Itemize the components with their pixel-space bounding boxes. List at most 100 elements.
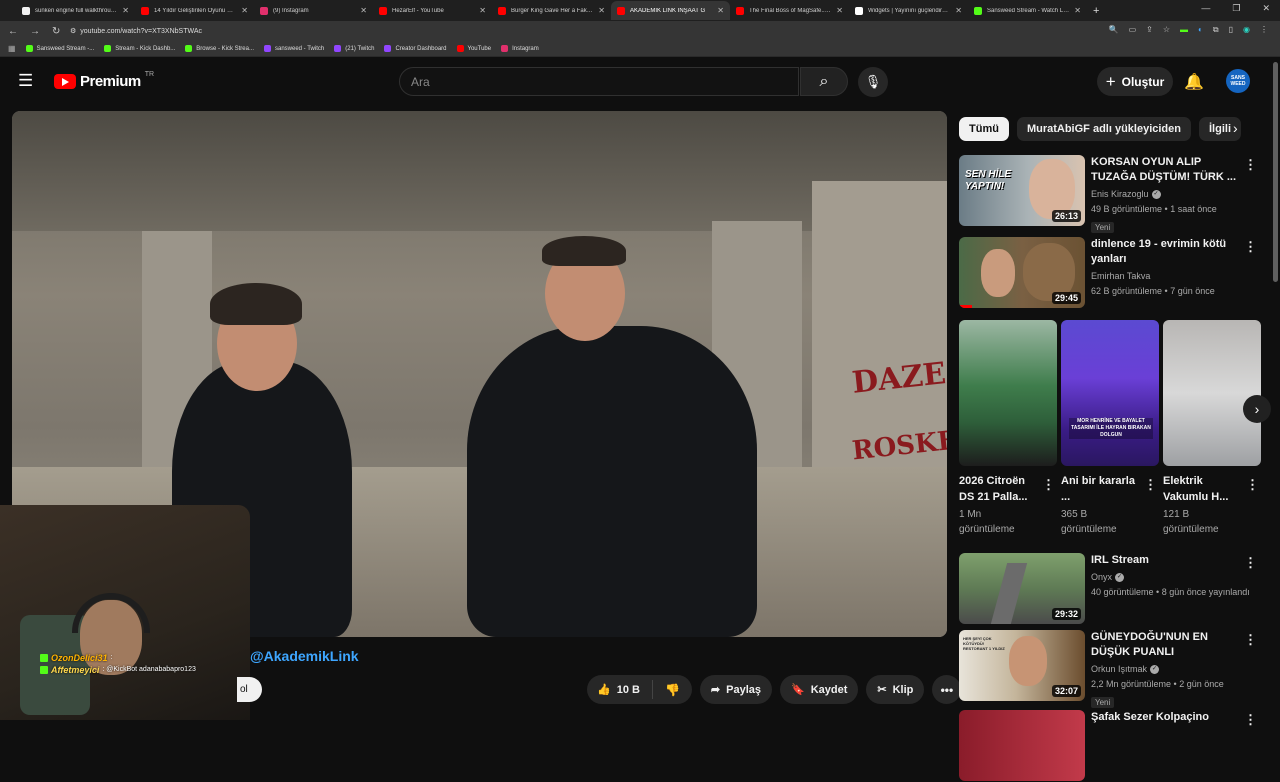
video-menu-icon[interactable]: ⋮ xyxy=(1244,632,1257,648)
video-title[interactable]: GÜNEYDOĞU'NUN EN DÜŞÜK PUANLI RESTORANTL… xyxy=(1091,630,1243,660)
video-thumbnail[interactable]: SEN HİLE YAPTIN! 26:13 xyxy=(959,155,1085,226)
profile-icon[interactable]: ◉ xyxy=(1243,25,1250,35)
save-button[interactable]: 🔖 Kaydet xyxy=(780,675,859,704)
back-icon[interactable]: ← xyxy=(8,26,18,37)
short-thumbnail[interactable] xyxy=(959,320,1057,466)
chips-next-icon[interactable]: › xyxy=(1233,120,1238,136)
extension-icon[interactable]: ▬ xyxy=(1180,25,1188,35)
bookmark-star-icon[interactable]: ☆ xyxy=(1163,25,1170,35)
recommended-video[interactable]: 29:32 IRL Stream Onyx ✓ 40 görüntüleme • 8 … xyxy=(959,553,1259,625)
sidebar-icon[interactable]: ▯ xyxy=(1229,25,1233,35)
subscribe-button[interactable]: ol xyxy=(237,677,262,702)
page-scrollbar[interactable] xyxy=(1273,62,1278,282)
search-button[interactable]: ⌕ xyxy=(800,67,848,96)
share-page-icon[interactable]: ⇪ xyxy=(1146,25,1153,35)
tab-close-icon[interactable]: ✕ xyxy=(598,6,605,15)
short-menu-icon[interactable]: ⋮ xyxy=(1144,477,1157,493)
clip-button[interactable]: ✂ Klip xyxy=(866,675,925,704)
minimize-icon[interactable]: — xyxy=(1201,3,1210,14)
share-button[interactable]: ➦ Paylaş xyxy=(699,675,772,704)
bookmark-item[interactable]: Creator Dashboard xyxy=(384,45,447,52)
reload-icon[interactable]: ↻ xyxy=(52,26,60,37)
browser-tab[interactable]: (9) Instagram ✕ xyxy=(254,1,373,20)
browser-tab[interactable]: Sansweed Stream - Watch Live o ✕ xyxy=(968,1,1087,20)
bookmark-item[interactable]: Instagram xyxy=(501,45,539,52)
channel-mention-link[interactable]: @AkademikLink xyxy=(250,648,359,664)
create-button[interactable]: + Oluştur xyxy=(1097,67,1173,96)
video-menu-icon[interactable]: ⋮ xyxy=(1244,239,1257,255)
browser-tab[interactable]: The Final Boss of MagSafe... # ✕ xyxy=(730,1,849,20)
short-title[interactable]: Elektrik Vakumlu H... xyxy=(1163,473,1259,505)
close-window-icon[interactable]: ✕ xyxy=(1262,3,1270,14)
notifications-bell-icon[interactable]: 🔔 xyxy=(1184,72,1204,92)
browser-menu-icon[interactable]: ⋮ xyxy=(1260,25,1268,35)
video-title[interactable]: IRL Stream xyxy=(1091,553,1243,568)
video-title[interactable]: KORSAN OYUN ALIP TUZAĞA DÜŞTÜM! TÜRK ... xyxy=(1091,155,1243,185)
bookmark-item[interactable]: YouTube xyxy=(456,45,491,52)
video-menu-icon[interactable]: ⋮ xyxy=(1244,157,1257,173)
short-menu-icon[interactable]: ⋮ xyxy=(1042,477,1055,493)
bookmark-item[interactable]: (21) Twitch xyxy=(334,45,374,52)
video-thumbnail[interactable]: 29:45 xyxy=(959,237,1085,308)
browser-tab[interactable]: Widgets | Yayınını güçlendirme ✕ xyxy=(849,1,968,20)
video-menu-icon[interactable]: ⋮ xyxy=(1244,555,1257,571)
filter-chip[interactable]: Tümü xyxy=(959,117,1009,141)
tab-close-icon[interactable]: ✕ xyxy=(360,6,367,15)
browser-tab[interactable]: HezarElf - YouTube ✕ xyxy=(373,1,492,20)
recommended-video[interactable]: Şafak Sezer Kolpaçino ⋮ xyxy=(959,710,1259,782)
video-thumbnail[interactable]: HER ŞEYİ ÇOK KÖTÜYDÜ! RESTORANT 1 YILDIZ… xyxy=(959,630,1085,701)
bookmark-item[interactable]: Stream - Kick Dashb... xyxy=(104,45,175,52)
maximize-icon[interactable]: ❐ xyxy=(1232,3,1240,14)
bookmark-item[interactable]: Browse - Kick Strea... xyxy=(185,45,254,52)
url-field[interactable]: ⚙ youtube.com/watch?v=XT3XNbSTWAc xyxy=(70,24,1160,39)
channel-name[interactable]: Emirhan Takva xyxy=(1091,269,1243,284)
tab-close-icon[interactable]: ✕ xyxy=(717,6,724,15)
short-thumbnail[interactable] xyxy=(1163,320,1261,466)
search-input[interactable]: Ara xyxy=(399,67,799,96)
voice-search-button[interactable]: 🎙 xyxy=(858,67,888,97)
tab-close-icon[interactable]: ✕ xyxy=(1074,6,1081,15)
recommended-video[interactable]: 29:45 dinlence 19 - evrimin kötü yanları… xyxy=(959,237,1259,309)
video-thumbnail[interactable]: 29:32 xyxy=(959,553,1085,624)
hamburger-menu-icon[interactable]: ☰ xyxy=(18,72,36,89)
tab-close-icon[interactable]: ✕ xyxy=(241,6,248,15)
youtube-logo[interactable]: Premium TR xyxy=(54,71,154,90)
tab-close-icon[interactable]: ✕ xyxy=(955,6,962,15)
short-menu-icon[interactable]: ⋮ xyxy=(1246,477,1259,493)
browser-tab[interactable]: 14 Yıldır Geliştirilen Oyunu Oyn ✕ xyxy=(135,1,254,20)
recommended-video[interactable]: HER ŞEYİ ÇOK KÖTÜYDÜ! RESTORANT 1 YILDIZ… xyxy=(959,630,1259,708)
dislike-button[interactable]: 👎 xyxy=(653,683,692,697)
cast-icon[interactable]: ▭ xyxy=(1129,25,1137,35)
browser-tab[interactable]: sunken engine full walkthrough ✕ xyxy=(16,1,135,20)
channel-name[interactable]: Enis Kirazoglu ✓ xyxy=(1091,187,1243,202)
short-title[interactable]: Ani bir kararla ... xyxy=(1061,473,1157,505)
bookmark-item[interactable]: Sansweed Stream -... xyxy=(25,45,94,52)
video-title[interactable]: Şafak Sezer Kolpaçino xyxy=(1091,710,1243,725)
like-button[interactable]: 👍 10 B xyxy=(587,680,653,699)
recommended-video[interactable]: SEN HİLE YAPTIN! 26:13 KORSAN OYUN ALIP … xyxy=(959,155,1259,233)
extension-icon[interactable]: ⧉ xyxy=(1213,25,1219,35)
new-tab-button[interactable]: + xyxy=(1093,5,1099,17)
short-title[interactable]: 2026 Citroën DS 21 Palla... xyxy=(959,473,1055,505)
short-thumbnail[interactable]: MOR HENRİNE VE BAYALET TASARIMI İLE HAYR… xyxy=(1061,320,1159,466)
extension-icon[interactable]: ◐ xyxy=(1198,25,1203,35)
video-title[interactable]: dinlence 19 - evrimin kötü yanları xyxy=(1091,237,1243,267)
browser-tab[interactable]: AKADEMİK LİNK İNŞAAT G ✕ xyxy=(611,1,730,20)
forward-icon[interactable]: → xyxy=(30,26,40,37)
video-thumbnail[interactable] xyxy=(959,710,1085,781)
video-menu-icon[interactable]: ⋮ xyxy=(1244,712,1257,728)
tab-close-icon[interactable]: ✕ xyxy=(122,6,129,15)
more-actions-button[interactable]: ••• xyxy=(932,675,962,704)
avatar[interactable]: SANS WEED xyxy=(1226,69,1250,93)
apps-icon[interactable]: ▦ xyxy=(8,44,16,53)
browser-tab[interactable]: Burger King Gave Her a Fake B ✕ xyxy=(492,1,611,20)
channel-name[interactable]: Onyx ✓ xyxy=(1091,570,1243,585)
site-info-icon[interactable]: ⚙ xyxy=(70,27,76,35)
filter-chip[interactable]: MuratAbiGF adlı yükleyiciden xyxy=(1016,117,1191,141)
bookmark-item[interactable]: sansweed - Twitch xyxy=(263,45,324,52)
channel-name[interactable]: Orkun Işıtmak ✓ xyxy=(1091,662,1243,677)
shorts-next-icon[interactable]: › xyxy=(1243,395,1271,423)
zoom-icon[interactable]: 🔍 xyxy=(1109,25,1119,35)
tab-close-icon[interactable]: ✕ xyxy=(836,6,843,15)
tab-close-icon[interactable]: ✕ xyxy=(479,6,486,15)
